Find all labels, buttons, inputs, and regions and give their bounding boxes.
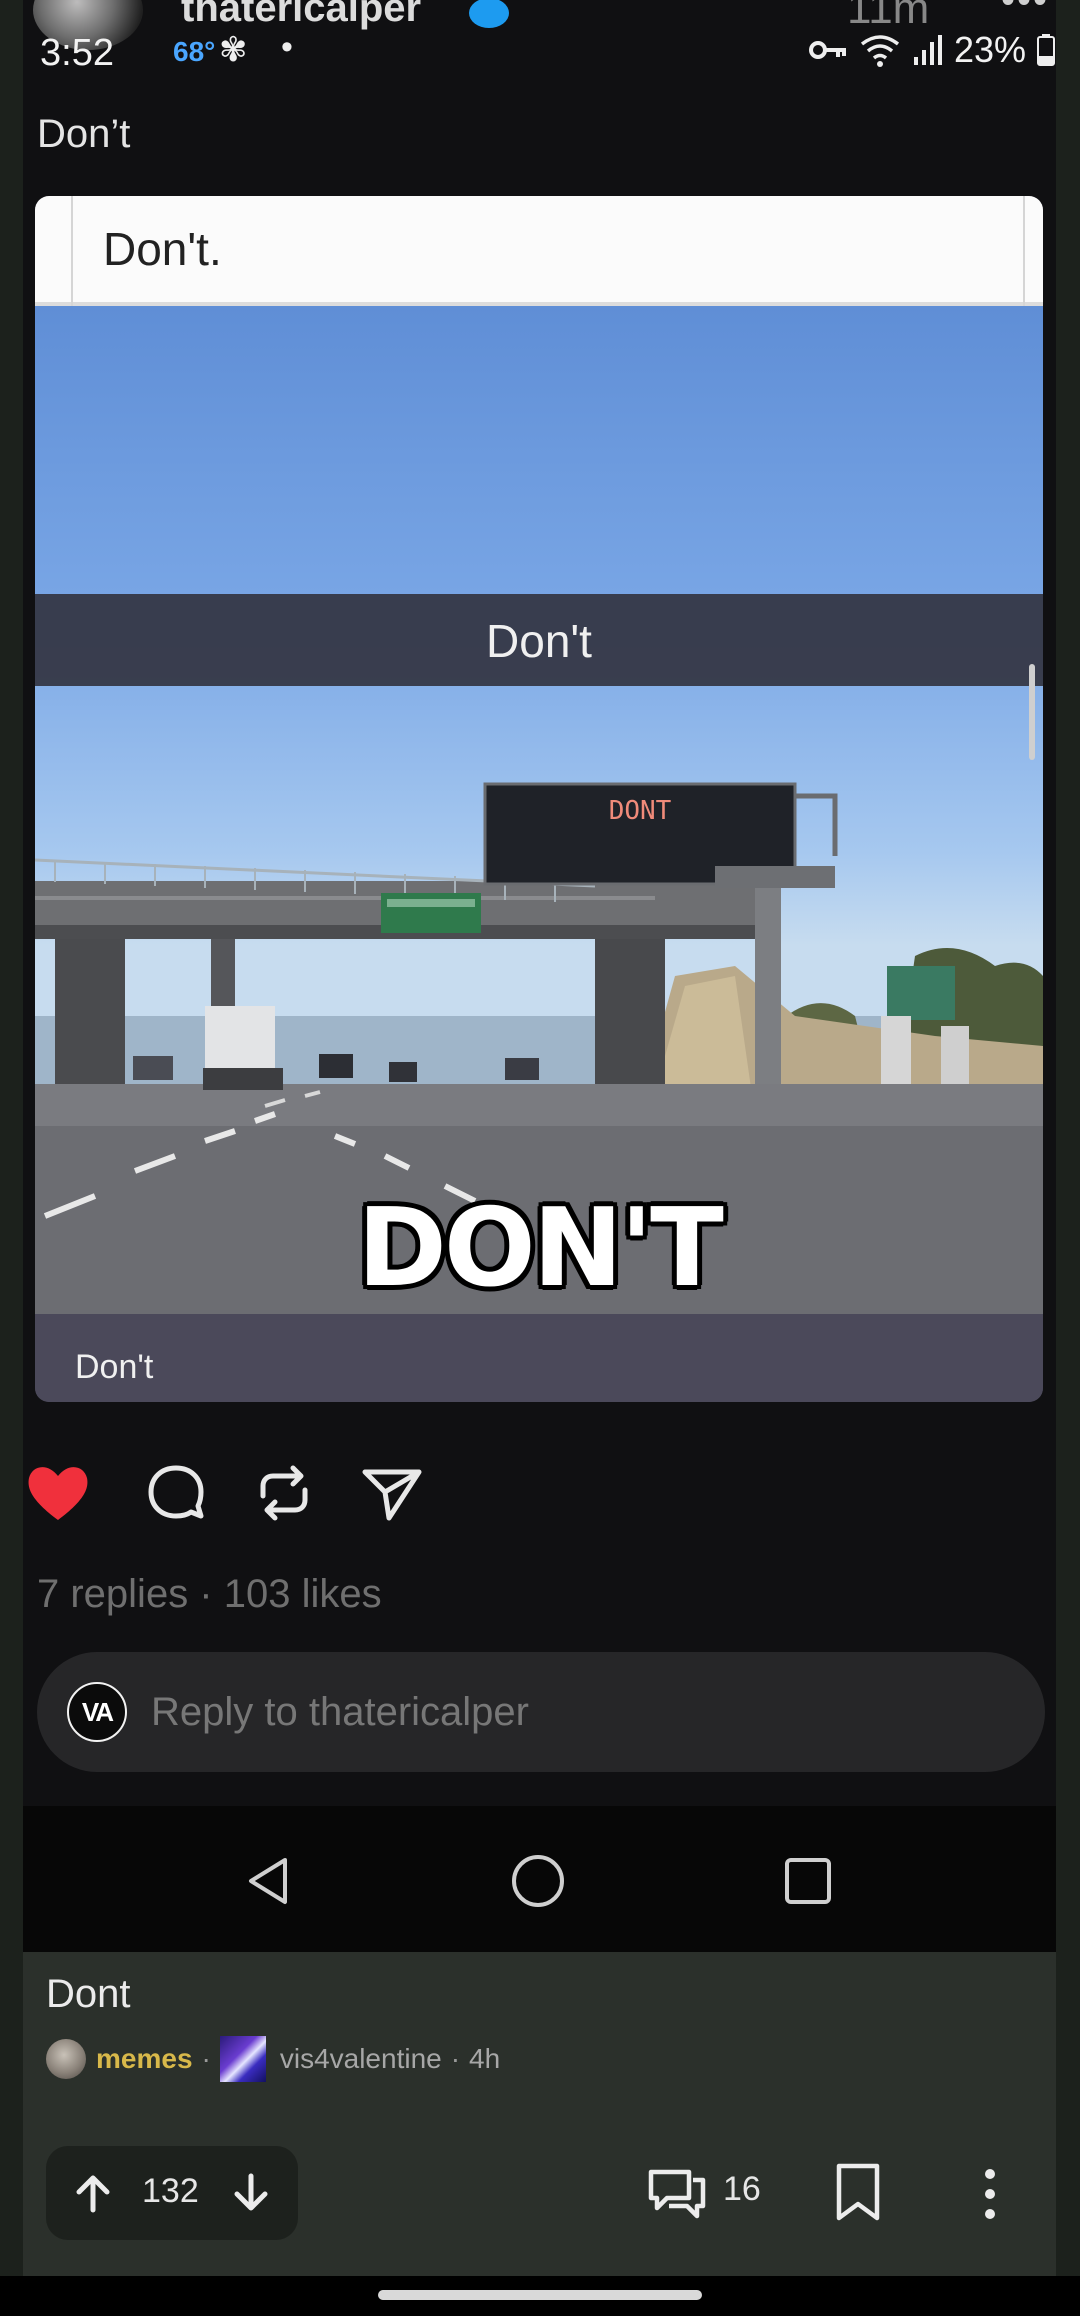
community-icon[interactable]	[46, 2039, 86, 2079]
notification-dot-icon: •	[281, 28, 293, 66]
community-name[interactable]: memes	[96, 2043, 193, 2075]
send-icon[interactable]	[357, 1458, 427, 1528]
post-actions	[23, 1458, 523, 1538]
status-time: 3:52	[40, 32, 114, 74]
battery-percent: 23%	[953, 29, 1026, 70]
wifi-icon	[860, 35, 900, 67]
upvote-icon[interactable]	[70, 2170, 116, 2216]
reply-input[interactable]: VA Reply to thatericalper	[37, 1652, 1045, 1772]
post-caption: Don’t	[37, 112, 131, 156]
outer-margin-left	[0, 0, 23, 1952]
home-icon[interactable]	[511, 1854, 565, 1908]
signal-icon	[913, 35, 942, 65]
author-name[interactable]: vis4valentine	[280, 2043, 442, 2075]
meme-caption-band-text: Don't	[486, 615, 592, 667]
vote-pill: 132	[46, 2146, 298, 2240]
bookmark-icon[interactable]	[829, 2162, 887, 2222]
meme-image[interactable]: Don't. Don't DONT DON'T Don't	[35, 196, 1043, 1402]
fan-icon: ✾	[219, 31, 248, 69]
post-score: 132	[142, 2172, 199, 2210]
post-title[interactable]: Dont	[46, 1972, 131, 2017]
status-right: 23%	[808, 28, 1056, 72]
scrollbar-thumb[interactable]	[1029, 664, 1035, 760]
recents-icon[interactable]	[781, 1854, 835, 1908]
post-meta: memes · vis4valentine · 4h	[46, 2036, 500, 2082]
meta-separator: ·	[201, 2043, 211, 2074]
repost-icon[interactable]	[249, 1458, 319, 1528]
home-gesture-handle[interactable]	[378, 2290, 702, 2300]
back-icon[interactable]	[241, 1854, 295, 1908]
android-nav-bar	[23, 1806, 1056, 1952]
status-temperature: 68°	[173, 36, 216, 67]
comments-icon[interactable]	[647, 2162, 707, 2222]
post-card: Dont memes · vis4valentine · 4h 132 16	[23, 1952, 1056, 2276]
heart-icon[interactable]	[23, 1458, 93, 1528]
system-gesture-bar	[0, 2276, 1080, 2316]
vpn-key-icon	[808, 41, 846, 59]
meme-footer-text: Don't	[75, 1348, 154, 1386]
reply-placeholder: Reply to thatericalper	[151, 1690, 529, 1734]
embedded-screenshot: thatericalper 11m ••• 3:52 68° ✾ • 23% D…	[23, 0, 1056, 1952]
user-avatar-icon[interactable]	[219, 2036, 266, 2082]
post-stats[interactable]: 7 replies · 103 likes	[37, 1572, 382, 1617]
more-options-icon[interactable]	[973, 2164, 1007, 2224]
post-age: 4h	[469, 2043, 501, 2074]
ghost-more-icon: •••	[1001, 0, 1050, 22]
meta-separator: ·	[450, 2043, 461, 2074]
outer-margin-right	[1056, 0, 1080, 1952]
comment-icon[interactable]	[141, 1458, 211, 1528]
avatar: VA	[67, 1682, 127, 1742]
billboard-text: DONT	[608, 796, 672, 826]
downvote-icon[interactable]	[228, 2170, 274, 2216]
meme-impact-text: DON'T	[357, 1186, 724, 1311]
battery-icon	[1037, 34, 1055, 66]
meme-footer	[35, 1314, 1043, 1402]
comments-count[interactable]: 16	[723, 2170, 761, 2209]
status-bar: 3:52 68° ✾ • 23%	[23, 24, 1056, 76]
